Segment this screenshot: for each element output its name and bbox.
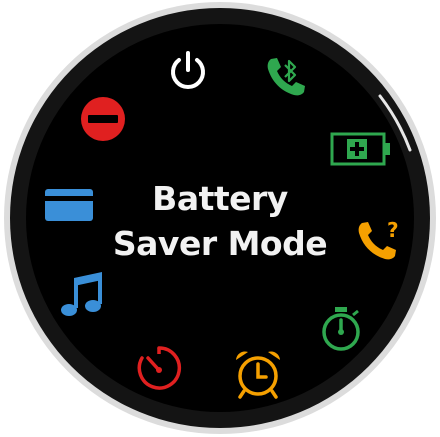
music-note-icon[interactable] [58,270,108,322]
battery-charge-icon[interactable] [330,130,392,168]
stopwatch-icon[interactable] [318,305,364,353]
svg-text:?: ? [387,218,399,242]
wallet-card-icon[interactable] [44,188,94,222]
phone-question-icon[interactable]: ? [355,215,403,263]
title-line-2: Saver Mode [112,224,328,263]
title-line-1: Battery [152,179,288,218]
timer-icon[interactable] [134,343,184,393]
do-not-disturb-icon[interactable] [79,95,127,143]
alarm-clock-icon[interactable] [232,348,284,400]
power-icon[interactable] [165,48,211,94]
phone-bluetooth-icon[interactable] [262,53,312,103]
page-title: Battery Saver Mode [110,176,330,266]
